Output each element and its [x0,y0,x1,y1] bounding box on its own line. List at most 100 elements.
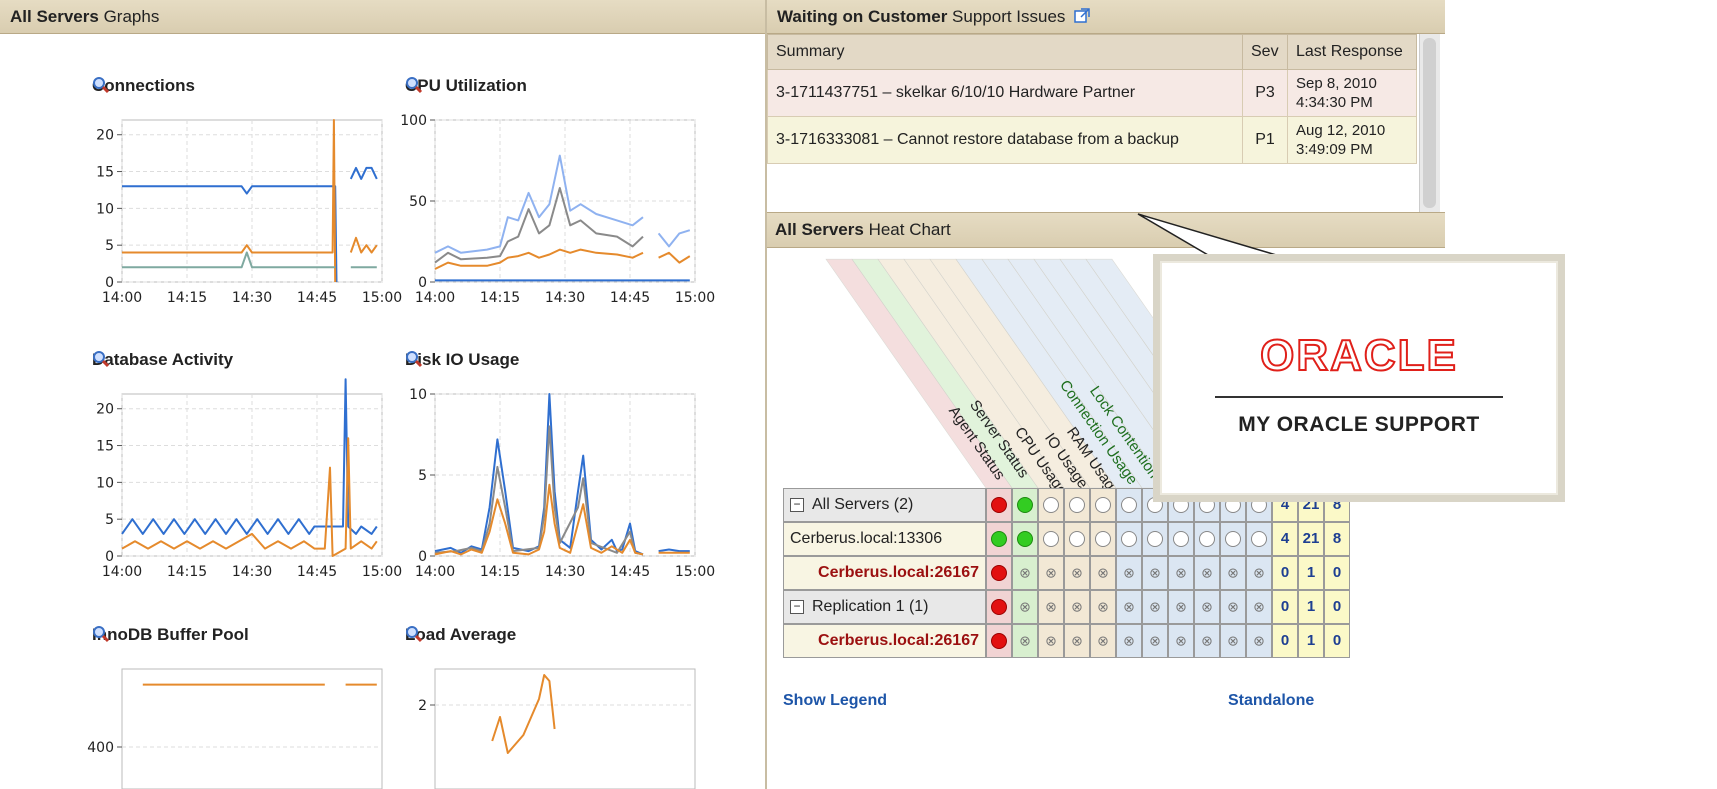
heat-cell[interactable] [1012,522,1038,556]
heat-cell[interactable]: ⊗ [1090,556,1116,590]
heat-cell[interactable]: ⊗ [1038,590,1064,624]
heat-cell[interactable] [1090,488,1116,522]
chart-plot: 14:00 14:15 14:30 14:45 15:00 0 5 10 15 20 [96,378,402,580]
external-link-icon[interactable] [1074,1,1090,35]
heat-cell[interactable]: ⊗ [1246,590,1272,624]
heat-cell[interactable]: ⊗ [1064,624,1090,658]
heat-cell[interactable]: ⊗ [1194,624,1220,658]
heat-cell[interactable]: ⊗ [1220,556,1246,590]
collapse-icon[interactable]: − [790,599,804,614]
heat-count-cell[interactable]: 0 [1272,624,1298,658]
oracle-support-overlay: ORACLE MY ORACLE SUPPORT [1153,254,1565,502]
heat-count-cell[interactable]: 0 [1272,590,1298,624]
heat-count-cell[interactable]: 21 [1298,522,1324,556]
collapse-icon[interactable]: − [790,497,804,512]
heat-count-cell[interactable]: 0 [1324,590,1350,624]
chart-plot: 400 [87,668,383,789]
heat-row-name: All Servers (2) [812,496,914,513]
status-red-icon [991,633,1007,649]
standalone-link[interactable]: Standalone [1228,692,1314,710]
heat-cell[interactable]: ⊗ [1194,590,1220,624]
heat-cell[interactable] [1064,488,1090,522]
heat-row[interactable]: Cerberus.local:26167 ⊗ ⊗ ⊗ ⊗ ⊗ ⊗ ⊗ ⊗ ⊗ ⊗ 0 1 0 [783,556,1354,590]
table-row[interactable]: 3-1711437751 – skelkar 6/10/10 Hardware … [767,69,1417,117]
heat-cell[interactable]: ⊗ [1220,624,1246,658]
heat-count-cell[interactable]: 0 [1324,556,1350,590]
y-tick-label: 5 [418,468,427,484]
heat-cell[interactable] [1194,522,1220,556]
heat-row[interactable]: Cerberus.local:26167 ⊗ ⊗ ⊗ ⊗ ⊗ ⊗ ⊗ ⊗ ⊗ ⊗ 0 1 0 [783,624,1354,658]
heat-row[interactable]: − Replication 1 (1) ⊗ ⊗ ⊗ ⊗ ⊗ ⊗ ⊗ ⊗ ⊗ ⊗ 0 1 0 [783,590,1354,624]
heat-row-label[interactable]: Cerberus.local:13306 [783,522,986,556]
heat-cell[interactable]: ⊗ [1012,556,1038,590]
issue-summary[interactable]: 3-1711437751 – skelkar 6/10/10 Hardware … [767,69,1243,117]
heat-cell[interactable] [1142,522,1168,556]
status-empty-icon [1095,531,1111,547]
heat-cell[interactable] [1116,488,1142,522]
heat-row-label[interactable]: Cerberus.local:26167 [783,624,986,658]
scrollbar-thumb[interactable] [1423,38,1436,208]
heat-header-bold: All Servers [775,220,864,239]
heat-cell[interactable]: ⊗ [1116,590,1142,624]
heat-cell[interactable]: ⊗ [1064,556,1090,590]
heat-count-cell[interactable]: 0 [1272,556,1298,590]
heat-cell[interactable] [986,590,1012,624]
heat-count-cell[interactable]: 1 [1298,590,1324,624]
heat-cell[interactable]: ⊗ [1142,556,1168,590]
heat-count-cell[interactable]: 0 [1324,624,1350,658]
heat-cell[interactable] [986,522,1012,556]
col-sev[interactable]: Sev [1242,34,1288,70]
alert-count: 4 [1280,530,1290,547]
show-legend-link[interactable]: Show Legend [783,692,887,710]
heat-row-label[interactable]: Cerberus.local:26167 [783,556,986,590]
heat-cell[interactable]: ⊗ [1038,624,1064,658]
heat-cell[interactable]: ⊗ [1168,624,1194,658]
heat-cell[interactable] [1168,522,1194,556]
chart-load-average: Load Average 2 [405,625,705,789]
heat-count-cell[interactable]: 1 [1298,624,1324,658]
heat-cell[interactable] [986,488,1012,522]
heat-cell[interactable]: ⊗ [1038,556,1064,590]
heat-cell[interactable]: ⊗ [1064,590,1090,624]
issues-scrollbar[interactable] [1419,34,1440,212]
heat-count-cell[interactable]: 4 [1272,522,1298,556]
heat-count-cell[interactable]: 8 [1324,522,1350,556]
heat-cell[interactable] [1246,522,1272,556]
heat-cell[interactable]: ⊗ [1246,556,1272,590]
heat-cell[interactable] [1090,522,1116,556]
heat-cell[interactable]: ⊗ [1220,590,1246,624]
table-row[interactable]: 3-1716333081 – Cannot restore database f… [767,116,1417,164]
heat-cell[interactable] [1012,488,1038,522]
heat-cell[interactable]: ⊗ [1012,624,1038,658]
heat-cell[interactable]: ⊗ [1090,590,1116,624]
heat-count-cell[interactable]: 1 [1298,556,1324,590]
heat-row[interactable]: Cerberus.local:13306 4 21 8 [783,522,1354,556]
heat-cell[interactable] [1064,522,1090,556]
heat-cell[interactable] [1220,522,1246,556]
heat-cell[interactable]: ⊗ [1246,624,1272,658]
issue-summary[interactable]: 3-1716333081 – Cannot restore database f… [767,116,1243,164]
heat-cell[interactable]: ⊗ [1116,624,1142,658]
heat-row-label[interactable]: − Replication 1 (1) [783,590,986,624]
heat-cell[interactable]: ⊗ [1142,624,1168,658]
status-red-icon [991,599,1007,615]
heat-cell[interactable]: ⊗ [1194,556,1220,590]
status-empty-icon [1225,531,1241,547]
heat-cell[interactable]: ⊗ [1142,590,1168,624]
heat-cell[interactable] [986,624,1012,658]
heat-cell[interactable] [1116,522,1142,556]
heat-cell[interactable] [986,556,1012,590]
heat-cell[interactable]: ⊗ [1168,556,1194,590]
heat-cell[interactable] [1038,488,1064,522]
col-last-response[interactable]: Last Response [1287,34,1417,70]
heat-cell[interactable]: ⊗ [1116,556,1142,590]
heat-cell[interactable]: ⊗ [1090,624,1116,658]
heat-cell[interactable] [1038,522,1064,556]
overlay-divider [1215,396,1503,398]
heat-row-name: Cerberus.local:26167 [818,632,979,649]
heat-row-label[interactable]: − All Servers (2) [783,488,986,522]
heat-cell[interactable]: ⊗ [1012,590,1038,624]
graphs-header-bold: All Servers [10,7,99,26]
heat-cell[interactable]: ⊗ [1168,590,1194,624]
col-summary[interactable]: Summary [767,34,1243,70]
